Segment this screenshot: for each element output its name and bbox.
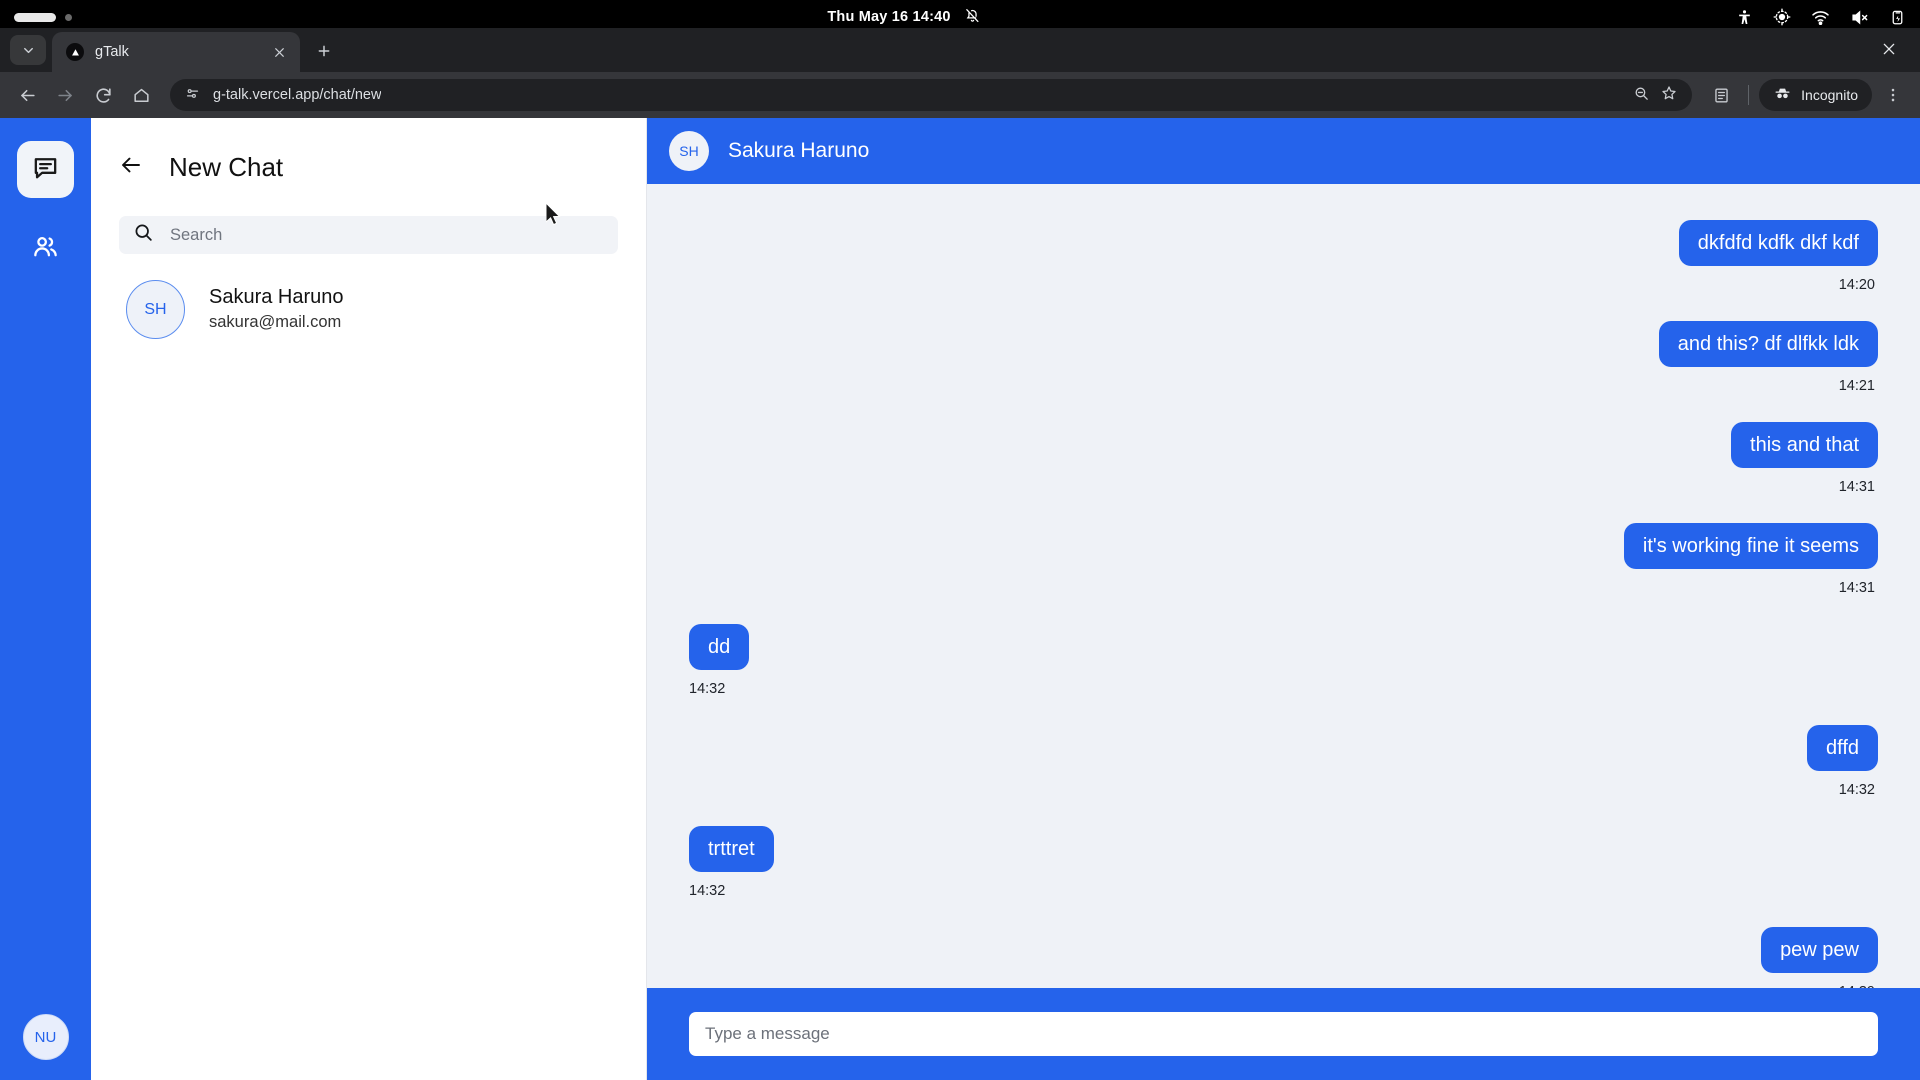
user-avatar[interactable]: NU (22, 1014, 69, 1060)
message-list: dkfdfd kdfk dkf kdf 14:20 and this? df dlf… (647, 184, 1920, 988)
avatar: SH (669, 131, 709, 171)
volume-muted-icon[interactable] (1850, 8, 1869, 27)
message-bubble: it's working fine it seems (1623, 523, 1878, 569)
message-timestamp: 14:32 (689, 883, 726, 899)
message-bubble: pew pew (1761, 927, 1878, 973)
zoom-out-icon[interactable] (1633, 85, 1650, 106)
message-row: it's working fine it seems 14:31 (689, 523, 1878, 596)
message-row: dkfdfd kdfk dkf kdf 14:20 (689, 220, 1878, 293)
contact-text: Sakura Haruno sakura@mail.com (209, 284, 344, 334)
new-chat-header: New Chat (91, 118, 646, 183)
sidebar-item-contacts[interactable] (17, 220, 74, 277)
activities-area[interactable] (14, 12, 72, 22)
contact-name: Sakura Haruno (209, 286, 344, 309)
message-bubble: trttret (689, 826, 774, 872)
avatar: SH (126, 280, 185, 339)
message-timestamp: 14:32 (1838, 782, 1875, 798)
chat-contact-name: Sakura Haruno (728, 139, 870, 162)
message-timestamp: 14:31 (1838, 479, 1875, 495)
omnibox-actions (1633, 84, 1678, 106)
message-row: trttret 14:32 (689, 826, 1878, 899)
system-status-area[interactable] (1736, 8, 1906, 27)
message-bubble: and this? df dlfkk ldk (1658, 321, 1878, 367)
search-input[interactable]: Search (119, 216, 618, 254)
message-row: pew pew14:39 (689, 927, 1878, 988)
message-bubble: dkfdfd kdfk dkf kdf (1678, 220, 1878, 266)
page-settings-icon[interactable] (184, 85, 201, 106)
new-tab-button[interactable] (308, 35, 340, 67)
list-item[interactable]: SH Sakura Haruno sakura@mail.com (91, 254, 646, 339)
notifications-off-icon[interactable] (964, 7, 981, 28)
people-icon (31, 232, 60, 266)
home-icon[interactable] (124, 78, 158, 112)
incognito-icon (1773, 84, 1792, 106)
profile-incognito-button[interactable]: Incognito (1759, 79, 1872, 111)
address-bar[interactable]: g-talk.vercel.app/chat/new (170, 79, 1693, 111)
search-icon (133, 222, 154, 248)
tab-search-chevron-icon[interactable] (10, 35, 46, 65)
workspace-indicator-inactive[interactable] (65, 13, 72, 21)
search-placeholder: Search (170, 225, 223, 244)
message-timestamp: 14:21 (1838, 378, 1875, 394)
profile-label: Incognito (1801, 87, 1858, 103)
reading-list-icon[interactable] (1704, 78, 1738, 112)
window-close-button[interactable] (1874, 34, 1904, 64)
chat-header: SH Sakura Haruno (647, 118, 1920, 184)
screen: Thu May 16 14:40 gTalk g-talk.vercel.app… (0, 0, 1920, 1080)
arrow-left-icon[interactable] (119, 153, 143, 182)
app-nav-rail: NU (0, 118, 91, 1080)
sidebar-item-chats[interactable] (17, 141, 74, 198)
bookmark-star-icon[interactable] (1660, 84, 1678, 106)
web-app-viewport: NU New Chat Search SH Sakura Haruno saku… (0, 118, 1920, 1080)
new-chat-panel: New Chat Search SH Sakura Haruno sakura@… (91, 118, 647, 1080)
message-composer: Type a message (647, 988, 1920, 1080)
toolbar-separator (1748, 85, 1750, 105)
mouse-cursor (545, 201, 563, 232)
chat-panel: SH Sakura Haruno dkfdfd kdfk dkf kdf 14:2… (647, 118, 1920, 1080)
contact-email: sakura@mail.com (209, 312, 342, 331)
menu-kebab-icon[interactable] (1876, 78, 1910, 112)
message-row: this and that 14:31 (689, 422, 1878, 495)
forward-icon[interactable] (48, 78, 82, 112)
message-timestamp: 14:32 (689, 681, 726, 697)
browser-window: gTalk g-talk.vercel.app/chat/new Incogni… (0, 28, 1920, 1080)
message-timestamp: 14:31 (1838, 580, 1875, 596)
chat-bubble-icon (31, 153, 60, 187)
message-bubble: dd (689, 624, 750, 670)
gtalk-favicon (66, 43, 84, 61)
clock-area[interactable]: Thu May 16 14:40 (827, 7, 980, 28)
page-title: New Chat (169, 152, 284, 182)
accessibility-icon[interactable] (1736, 9, 1753, 26)
browser-toolbar: g-talk.vercel.app/chat/new Incognito (0, 72, 1920, 118)
brightness-icon[interactable] (1773, 8, 1791, 26)
reload-icon[interactable] (86, 78, 120, 112)
tab-title: gTalk (95, 44, 129, 60)
tab-close-icon[interactable] (268, 41, 290, 63)
browser-tab[interactable]: gTalk (52, 32, 300, 72)
message-timestamp: 14:20 (1838, 277, 1875, 293)
message-bubble: this and that (1731, 422, 1878, 468)
workspace-indicator-active[interactable] (14, 12, 56, 22)
clock-label[interactable]: Thu May 16 14:40 (827, 9, 950, 25)
battery-charging-icon[interactable] (1889, 9, 1906, 26)
message-row: dd 14:32 (689, 624, 1878, 697)
message-input[interactable]: Type a message (689, 1012, 1878, 1056)
tab-strip: gTalk (0, 28, 1920, 72)
wifi-icon[interactable] (1811, 8, 1830, 27)
message-bubble: dffd (1807, 725, 1878, 771)
back-icon[interactable] (10, 78, 44, 112)
address-bar-url: g-talk.vercel.app/chat/new (213, 87, 382, 103)
message-row: dffd 14:32 (689, 725, 1878, 798)
message-row: and this? df dlfkk ldk 14:21 (689, 321, 1878, 394)
